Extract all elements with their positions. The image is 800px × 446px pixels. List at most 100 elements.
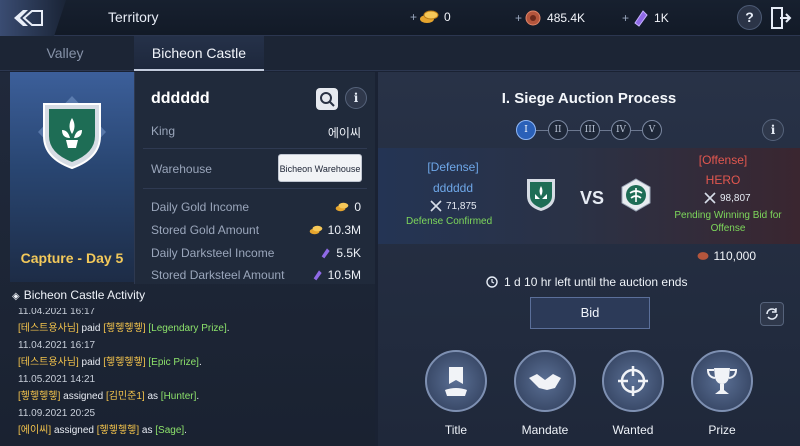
step-4[interactable]: IV (611, 120, 631, 140)
wanted-button-circle[interactable] (602, 350, 664, 412)
page-title: Territory (108, 9, 159, 25)
castle-info-card: dddddd i King 에이씨 Warehouse Bicheon Ware… (134, 72, 375, 284)
crossed-swords-icon (430, 200, 442, 212)
log-entry: 11.04.2021 16:17 [테스트용사님] paid [헿헿헿헿] [E… (18, 340, 202, 368)
stored-darksteel-label: Stored Darksteel Amount (151, 268, 285, 282)
back-button[interactable] (0, 0, 66, 36)
step-5[interactable]: V (642, 120, 662, 140)
castle-info-panel: Capture - Day 5 dddddd i King 에이씨 Wareho… (0, 72, 375, 446)
purple-crystal-icon (634, 10, 648, 27)
activity-log[interactable]: 11.04.2021 16:17 [테스트용사님] paid [헿헿헿헿] [L… (18, 308, 368, 446)
versus-box: [Defense] dddddd 71,875 Defense Confirme… (378, 148, 800, 244)
title-action[interactable]: Title (423, 350, 489, 437)
gold-coin-icon (420, 10, 439, 23)
stored-gold-amount: 10.3M (327, 223, 361, 237)
log-date: 11.09.2021 20:25 (18, 408, 96, 419)
daily-darksteel-amount: 5.5K (336, 246, 361, 260)
title-button-circle[interactable] (425, 350, 487, 412)
mandate-action[interactable]: Mandate (512, 350, 578, 437)
copper-resource[interactable]: + 485.4K (515, 9, 585, 27)
copper-coin-icon (697, 252, 708, 260)
auction-info-button[interactable]: i (762, 119, 784, 141)
log-target: [헿헿헿헿] (103, 357, 146, 368)
stored-gold-label: Stored Gold Amount (151, 223, 260, 237)
auction-title: I. Siege Auction Process (501, 90, 677, 107)
log-mid: as (139, 425, 156, 436)
step-1[interactable]: I (516, 120, 536, 140)
crossed-swords-icon (704, 192, 716, 204)
crystal-resource[interactable]: + 1K (622, 9, 669, 27)
log-verb: assigned (51, 425, 97, 436)
bicheon-warehouse-button[interactable]: Bicheon Warehouse (278, 154, 362, 182)
capture-day-label: Capture - Day 5 (20, 250, 124, 266)
copper-coin-icon (525, 10, 541, 26)
add-icon: + (622, 11, 630, 25)
darksteel-icon (321, 248, 330, 259)
diamond-icon: ◈ (12, 291, 20, 302)
log-verb: paid (78, 357, 104, 368)
defense-label: [Defense] (427, 160, 479, 174)
log-actor: [테스트용사님] (18, 323, 79, 334)
log-actor: [테스트용사님] (18, 357, 79, 368)
log-verb: paid (78, 323, 104, 334)
mandate-label: Mandate (521, 423, 569, 437)
guild-name: dddddd (151, 90, 210, 107)
top-bar: Territory + 0 + 485.4K + 1K ? (0, 0, 800, 36)
tab-bicheon-castle[interactable]: Bicheon Castle (134, 36, 264, 71)
warehouse-label: Warehouse (151, 162, 212, 176)
log-actor: [에이씨] (18, 425, 52, 436)
tab-valley[interactable]: Valley (0, 36, 130, 71)
exit-icon[interactable] (770, 6, 792, 30)
prize-action[interactable]: Prize (689, 350, 755, 437)
prize-button-circle[interactable] (691, 350, 753, 412)
bid-button[interactable]: Bid (530, 297, 650, 329)
search-icon (320, 92, 335, 107)
daily-gold-label: Daily Gold Income (151, 200, 250, 214)
step-2[interactable]: II (548, 120, 568, 140)
defense-guild-name: dddddd (432, 181, 474, 195)
log-entry: 11.04.2021 16:17 [테스트용사님] paid [헿헿헿헿] [L… (18, 308, 230, 334)
defense-power-value: 71,875 (446, 200, 477, 212)
help-button[interactable]: ? (737, 5, 762, 30)
refresh-button[interactable] (760, 302, 784, 326)
stored-gold-value: 10.3M (309, 223, 361, 237)
gold-coin-icon (336, 202, 349, 212)
handshake-icon (529, 374, 561, 390)
defense-emblem-icon (527, 179, 555, 211)
trophy-icon (706, 368, 738, 394)
defense-power: 71,875 (430, 200, 477, 212)
add-icon: + (410, 10, 418, 24)
king-name: 에이씨 (327, 126, 361, 140)
log-entry: 11.09.2021 20:25 [에이씨] assigned [헿헿헿헿] a… (18, 408, 187, 436)
defense-status: Defense Confirmed (406, 216, 493, 227)
copper-value: 485.4K (547, 11, 586, 25)
info-button[interactable]: i (345, 87, 367, 109)
title-banner-icon (445, 367, 467, 396)
log-target: [헿헿헿헿] (103, 323, 146, 334)
log-end: . (226, 323, 230, 334)
wanted-action[interactable]: Wanted (600, 350, 666, 437)
log-actor: [헿헿헿헿] (18, 391, 61, 402)
daily-gold-value: 0 (335, 200, 361, 214)
log-end: . (196, 391, 200, 402)
tab-bar: Valley Bicheon Castle (0, 36, 800, 71)
stored-darksteel-amount: 10.5M (327, 268, 361, 282)
mandate-button-circle[interactable] (514, 350, 576, 412)
step-3[interactable]: III (580, 120, 600, 140)
stored-darksteel-value: 10.5M (311, 268, 361, 282)
time-left-text: 1 d 10 hr left until the auction ends (504, 275, 688, 289)
log-entry: 11.05.2021 14:21 [헿헿헿헿] assigned [김민준1] … (18, 374, 199, 402)
gold-resource[interactable]: + 0 (410, 9, 451, 25)
crystal-value: 1K (654, 11, 669, 25)
darksteel-icon (313, 270, 322, 281)
log-end: . (198, 357, 202, 368)
divider (143, 188, 367, 189)
log-verb: assigned (60, 391, 106, 402)
search-button[interactable] (316, 88, 338, 110)
log-target: [김민준1] (105, 391, 145, 402)
log-mid: as (144, 391, 161, 402)
daily-darksteel-value: 5.5K (319, 246, 361, 260)
activity-title: Bicheon Castle Activity (23, 288, 146, 302)
offense-power-value: 98,807 (720, 192, 751, 204)
add-icon: + (515, 11, 523, 25)
